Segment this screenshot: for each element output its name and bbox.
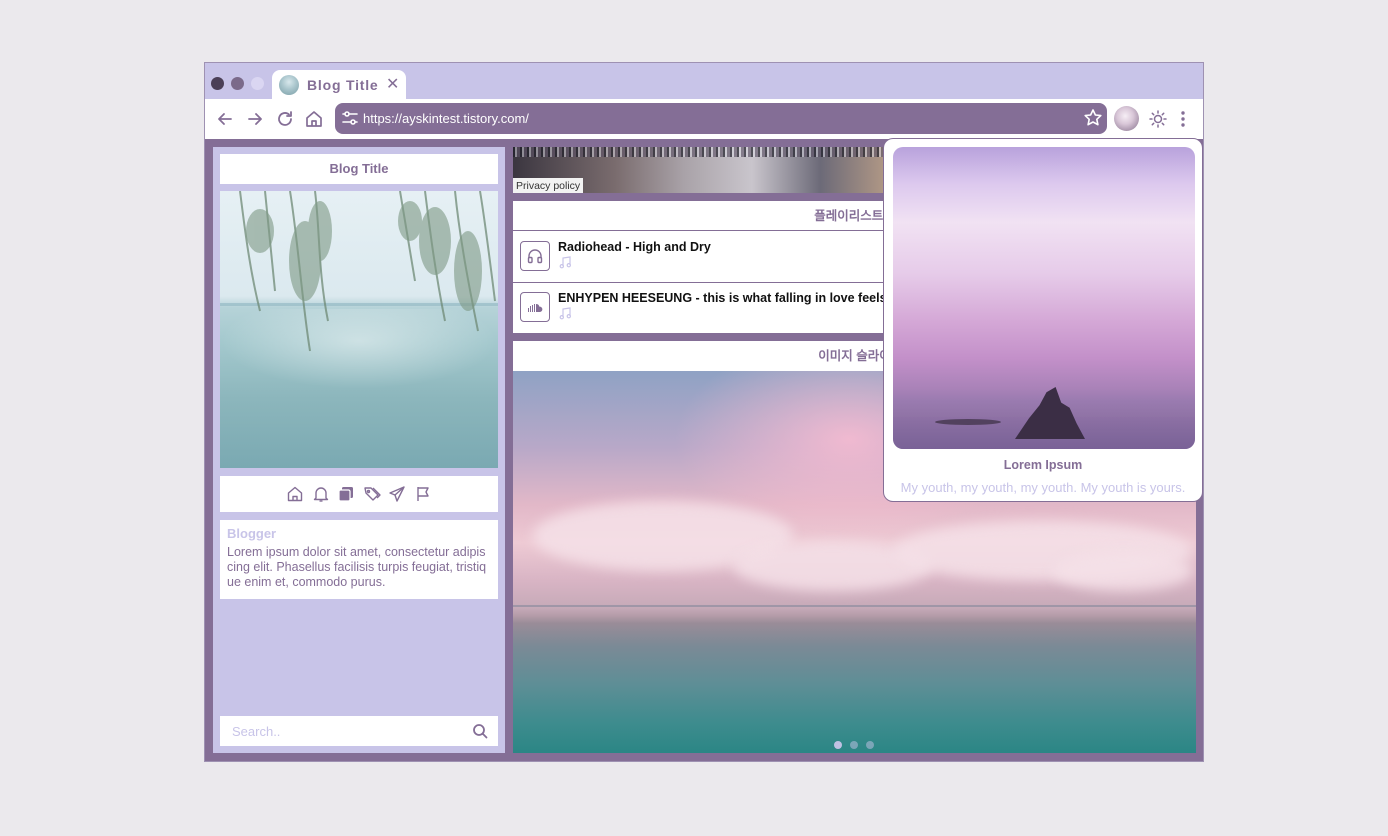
site-settings-icon[interactable] bbox=[341, 109, 359, 127]
bell-icon[interactable] bbox=[312, 485, 330, 503]
tags-icon[interactable] bbox=[363, 485, 381, 503]
home-icon[interactable] bbox=[304, 109, 324, 129]
bookmark-star-icon[interactable] bbox=[1083, 108, 1103, 128]
search-input[interactable] bbox=[220, 716, 460, 746]
search-bar bbox=[220, 716, 498, 746]
slider-dot[interactable] bbox=[850, 741, 858, 749]
flag-icon[interactable] bbox=[414, 485, 432, 503]
copy-icon[interactable] bbox=[337, 485, 355, 503]
more-menu-icon[interactable] bbox=[1173, 109, 1193, 129]
music-note-icon bbox=[559, 307, 572, 320]
address-bar[interactable]: https://ayskintest.tistory.com/ bbox=[335, 103, 1107, 134]
blogger-name: Blogger bbox=[227, 526, 277, 541]
playlist-item-title[interactable]: Radiohead - High and Dry bbox=[558, 240, 711, 254]
sidebar-blog-title[interactable]: Blog Title bbox=[220, 154, 498, 184]
home-icon[interactable] bbox=[286, 485, 304, 503]
close-window-dot[interactable] bbox=[211, 77, 224, 90]
blogger-description: Lorem ipsum dolor sit amet, consectetur … bbox=[227, 545, 487, 589]
tab-blog[interactable]: Blog Title ✕ bbox=[272, 70, 406, 99]
privacy-policy-link[interactable]: Privacy policy bbox=[513, 178, 584, 193]
popup-subtitle: My youth, my youth, my youth. My youth i… bbox=[900, 480, 1186, 495]
music-note-icon bbox=[559, 256, 572, 269]
sidebar-profile-image bbox=[220, 191, 498, 468]
send-icon[interactable] bbox=[388, 485, 406, 503]
tab-bar: Blog Title ✕ bbox=[205, 63, 1203, 99]
reload-icon[interactable] bbox=[275, 109, 295, 129]
search-icon[interactable] bbox=[472, 723, 488, 739]
willow-branches-image bbox=[239, 191, 496, 352]
popup-image bbox=[893, 147, 1195, 449]
slider-dot[interactable] bbox=[866, 741, 874, 749]
browser-toolbar: https://ayskintest.tistory.com/ bbox=[205, 99, 1203, 139]
tab-title: Blog Title bbox=[307, 77, 379, 93]
favicon-icon bbox=[279, 75, 299, 95]
soundcloud-icon bbox=[520, 292, 550, 322]
tab-close-icon[interactable]: ✕ bbox=[386, 74, 399, 94]
theme-sun-icon[interactable] bbox=[1148, 109, 1168, 129]
profile-avatar[interactable] bbox=[1114, 106, 1139, 131]
url-text[interactable]: https://ayskintest.tistory.com/ bbox=[363, 111, 529, 126]
maximize-window-dot[interactable] bbox=[251, 77, 264, 90]
popup-title: Lorem Ipsum bbox=[1003, 458, 1083, 472]
sidebar: Blog Title Blogger Lorem ipsum dolor sit… bbox=[213, 147, 505, 753]
slider-dot-active[interactable] bbox=[834, 741, 842, 749]
blogger-info: Blogger Lorem ipsum dolor sit amet, cons… bbox=[220, 520, 498, 599]
forward-icon[interactable] bbox=[245, 109, 265, 129]
back-icon[interactable] bbox=[215, 109, 235, 129]
sidebar-icon-bar bbox=[220, 476, 498, 512]
minimize-window-dot[interactable] bbox=[231, 77, 244, 90]
headphones-icon bbox=[520, 241, 550, 271]
profile-popup: Lorem Ipsum My youth, my youth, my youth… bbox=[883, 138, 1203, 502]
playlist-item-title[interactable]: ENHYPEN HEESEUNG - this is what falling … bbox=[558, 291, 887, 305]
